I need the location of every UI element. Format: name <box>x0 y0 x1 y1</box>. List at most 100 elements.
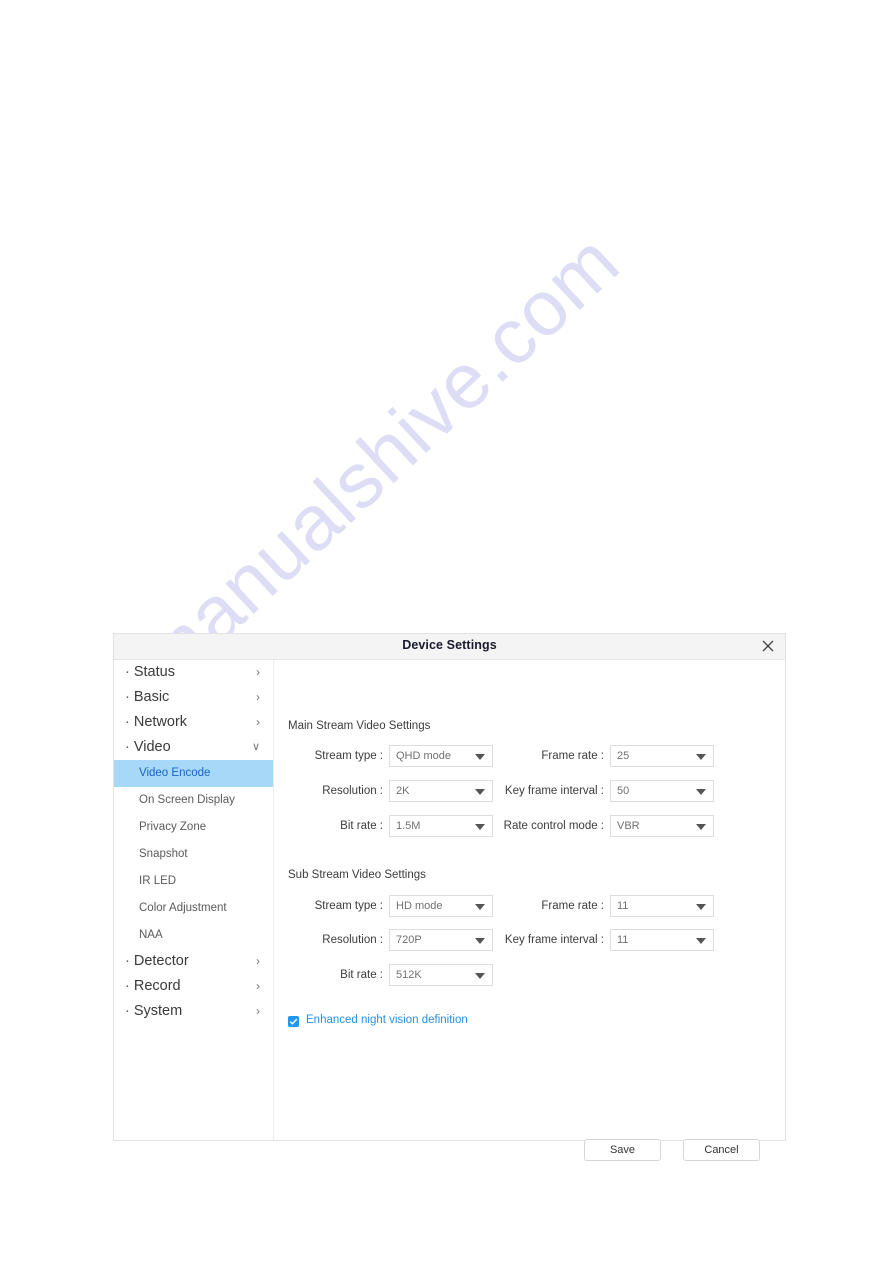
sub-stream-heading: Sub Stream Video Settings <box>288 869 426 881</box>
sidebar-item-video[interactable]: · Video ∨ <box>114 735 273 760</box>
sidebar-label-naa: NAA <box>139 929 163 941</box>
bullet-icon: · <box>125 714 130 730</box>
chevron-down-icon <box>475 973 485 979</box>
select-main-bit-rate[interactable]: 1.5M <box>389 815 493 837</box>
chevron-down-icon <box>475 904 485 910</box>
value-sub-stream-type: HD mode <box>396 900 443 912</box>
sidebar-label-status: Status <box>133 664 175 680</box>
select-main-rate-control-mode[interactable]: VBR <box>610 815 714 837</box>
value-sub-frame-rate: 11 <box>617 900 629 912</box>
device-settings-dialog: Device Settings · Status › · Basic › · Netw… <box>113 633 786 1161</box>
select-main-stream-type[interactable]: QHD mode <box>389 745 493 767</box>
sidebar-item-system[interactable]: · System › <box>114 999 273 1024</box>
sidebar-item-basic[interactable]: · Basic › <box>114 685 273 710</box>
sidebar-label-privacy-zone: Privacy Zone <box>139 821 207 833</box>
select-sub-resolution[interactable]: 720P <box>389 929 493 951</box>
save-button[interactable]: Save <box>584 1139 661 1161</box>
label-main-key-frame-interval: Key frame interval : <box>504 785 604 797</box>
chevron-down-icon <box>696 824 706 830</box>
field-main-frame-rate: Frame rate : 25 <box>541 745 714 767</box>
label-main-rate-control-mode: Rate control mode : <box>503 820 604 832</box>
sidebar-label-ir-led: IR LED <box>139 875 177 887</box>
chevron-right-icon: › <box>256 979 260 993</box>
sidebar-item-on-screen-display[interactable]: On Screen Display <box>114 787 273 814</box>
sidebar-label-basic: Basic <box>133 689 170 705</box>
field-main-stream-type: Stream type : QHD mode <box>315 745 493 767</box>
sidebar-item-snapshot[interactable]: Snapshot <box>114 841 273 868</box>
chevron-down-icon <box>696 938 706 944</box>
select-main-resolution[interactable]: 2K <box>389 780 493 802</box>
value-sub-resolution: 720P <box>396 934 422 946</box>
label-sub-resolution: Resolution : <box>322 934 383 946</box>
sidebar-label-on-screen-display: On Screen Display <box>139 794 235 806</box>
field-main-key-frame-interval: Key frame interval : 50 <box>505 780 714 802</box>
sidebar-label-detector: Detector <box>133 953 189 969</box>
close-icon[interactable] <box>760 638 776 654</box>
sidebar-label-color-adjustment: Color Adjustment <box>139 902 227 914</box>
chevron-down-icon <box>696 789 706 795</box>
value-main-resolution: 2K <box>396 785 410 797</box>
settings-sidebar: · Status › · Basic › · Network › · Video ∨ V… <box>114 660 274 1140</box>
label-sub-key-frame-interval: Key frame interval : <box>504 934 604 946</box>
sidebar-label-video-encode: Video Encode <box>139 767 211 779</box>
field-main-resolution: Resolution : 2K <box>322 780 493 802</box>
chevron-down-icon <box>475 824 485 830</box>
bullet-icon: · <box>125 953 130 969</box>
chevron-down-icon: ∨ <box>251 741 260 753</box>
label-sub-stream-type: Stream type : <box>314 900 383 912</box>
field-sub-frame-rate: Frame rate : 11 <box>541 895 714 917</box>
dialog-titlebar: Device Settings <box>114 634 785 660</box>
select-sub-frame-rate[interactable]: 11 <box>610 895 714 917</box>
sidebar-item-record[interactable]: · Record › <box>114 974 273 999</box>
main-stream-heading: Main Stream Video Settings <box>288 720 431 732</box>
bullet-icon: · <box>125 978 130 994</box>
sidebar-item-detector[interactable]: · Detector › <box>114 949 273 974</box>
sidebar-label-network: Network <box>133 714 188 730</box>
value-main-rate-control-mode: VBR <box>617 820 640 832</box>
label-main-bit-rate: Bit rate : <box>340 820 383 832</box>
label-sub-bit-rate: Bit rate : <box>340 969 383 981</box>
label-main-stream-type: Stream type : <box>314 750 383 762</box>
select-sub-key-frame-interval[interactable]: 11 <box>610 929 714 951</box>
select-sub-stream-type[interactable]: HD mode <box>389 895 493 917</box>
field-sub-bit-rate: Bit rate : 512K <box>340 964 493 986</box>
chevron-down-icon <box>696 754 706 760</box>
field-main-rate-control-mode: Rate control mode : VBR <box>504 815 714 837</box>
value-main-stream-type: QHD mode <box>396 750 452 762</box>
sidebar-item-naa[interactable]: NAA <box>114 922 273 949</box>
value-sub-key-frame-interval: 11 <box>617 934 629 946</box>
chevron-down-icon <box>475 938 485 944</box>
sidebar-item-color-adjustment[interactable]: Color Adjustment <box>114 895 273 922</box>
select-sub-bit-rate[interactable]: 512K <box>389 964 493 986</box>
chevron-right-icon: › <box>256 1004 260 1018</box>
sidebar-item-network[interactable]: · Network › <box>114 710 273 735</box>
checkbox-checked-icon <box>288 1016 299 1027</box>
value-main-bit-rate: 1.5M <box>396 820 421 832</box>
value-sub-bit-rate: 512K <box>396 969 422 981</box>
label-sub-frame-rate: Frame rate : <box>541 900 604 912</box>
enhanced-night-vision-label: Enhanced night vision definition <box>306 1014 468 1026</box>
sidebar-item-ir-led[interactable]: IR LED <box>114 868 273 895</box>
bullet-icon: · <box>125 664 130 680</box>
sidebar-item-privacy-zone[interactable]: Privacy Zone <box>114 814 273 841</box>
sidebar-item-status[interactable]: · Status › <box>114 660 273 685</box>
select-main-frame-rate[interactable]: 25 <box>610 745 714 767</box>
chevron-right-icon: › <box>256 690 260 704</box>
label-main-resolution: Resolution : <box>322 785 383 797</box>
value-main-frame-rate: 25 <box>617 750 630 762</box>
chevron-down-icon <box>475 754 485 760</box>
field-sub-stream-type: Stream type : HD mode <box>315 895 493 917</box>
cancel-button[interactable]: Cancel <box>683 1139 760 1161</box>
chevron-right-icon: › <box>256 715 260 729</box>
chevron-down-icon <box>475 789 485 795</box>
dialog-title: Device Settings <box>402 638 497 652</box>
field-sub-key-frame-interval: Key frame interval : 11 <box>505 929 714 951</box>
chevron-right-icon: › <box>256 954 260 968</box>
sidebar-label-system: System <box>133 1003 183 1019</box>
settings-content: Main Stream Video Settings Stream type :… <box>274 660 785 1161</box>
select-main-key-frame-interval[interactable]: 50 <box>610 780 714 802</box>
field-main-bit-rate: Bit rate : 1.5M <box>340 815 493 837</box>
chevron-right-icon: › <box>256 665 260 679</box>
sidebar-item-video-encode[interactable]: Video Encode <box>114 760 273 787</box>
bullet-icon: · <box>125 1003 130 1019</box>
